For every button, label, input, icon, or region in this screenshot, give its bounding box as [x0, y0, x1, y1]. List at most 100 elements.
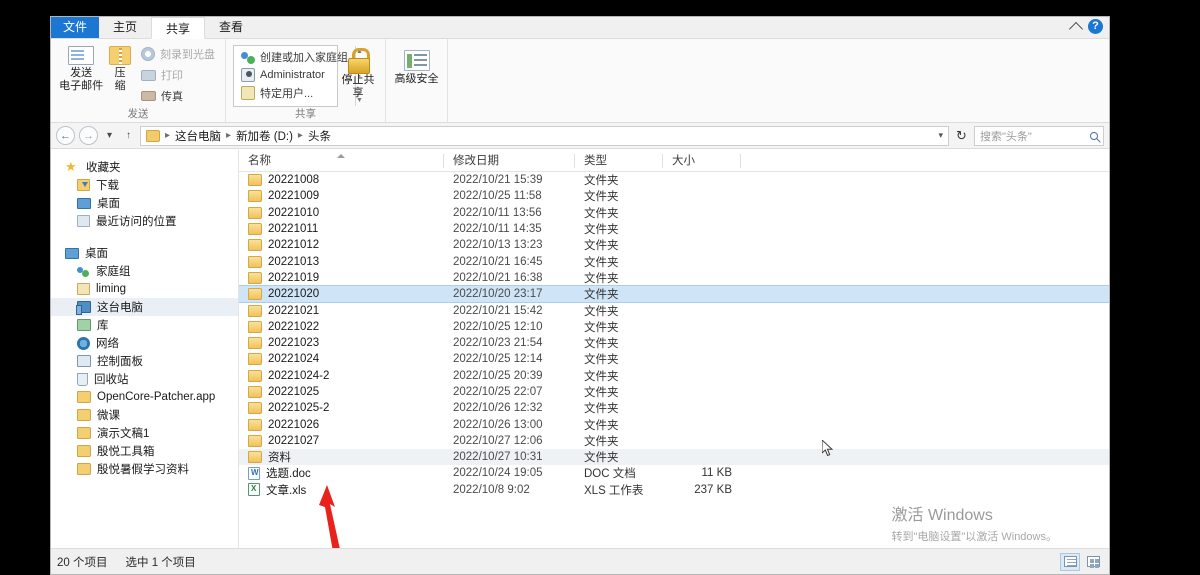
- file-date-cell: 2022/10/26 13:00: [453, 418, 543, 431]
- table-row[interactable]: 20221012 2022/10/13 13:23 文件夹: [239, 237, 1109, 253]
- sidebar-item-desktop[interactable]: 桌面: [51, 244, 238, 262]
- file-type-cell: 文件夹: [584, 354, 619, 367]
- share-with-listbox[interactable]: 创建或加入家庭组 Administrator 特定用户... ▲ ▪ ▼: [233, 45, 363, 107]
- forward-button[interactable]: →: [79, 126, 98, 145]
- file-name-label: 20221025: [268, 386, 320, 398]
- tab-file[interactable]: 文件: [51, 17, 100, 38]
- sidebar-item-yinyue-summer-study[interactable]: 殷悦暑假学习资料: [51, 460, 238, 478]
- sidebar-item-homegroup[interactable]: 家庭组: [51, 262, 238, 280]
- ribbon-tabbar: 文件 主页 共享 查看 ?: [51, 17, 1109, 39]
- share-homegroup-item[interactable]: 创建或加入家庭组: [238, 48, 351, 66]
- sidebar-item-opencore-patcher[interactable]: OpenCore-Patcher.app: [51, 388, 238, 406]
- column-header-name[interactable]: 名称: [239, 150, 444, 172]
- share-homegroup-label: 创建或加入家庭组: [260, 52, 348, 64]
- tab-home[interactable]: 主页: [99, 17, 151, 38]
- file-type-cell: 文件夹: [584, 191, 619, 204]
- file-name-cell: 资料: [239, 449, 444, 465]
- table-row[interactable]: 选题.doc 2022/10/24 19:05 DOC 文档 11 KB: [239, 465, 1109, 481]
- table-row[interactable]: 20221026 2022/10/26 13:00 文件夹: [239, 416, 1109, 432]
- file-name-label: 20221024-2: [268, 369, 330, 382]
- file-type-cell: 文件夹: [584, 224, 619, 237]
- file-type-cell: 文件夹: [584, 321, 619, 334]
- table-row[interactable]: 20221024 2022/10/25 12:14 文件夹: [239, 351, 1109, 367]
- breadcrumb-item-drive-d[interactable]: 新加卷 (D:): [236, 128, 293, 144]
- recent-locations-button[interactable]: ▾: [102, 126, 117, 145]
- status-bar: 20 个项目 选中 1 个项目: [51, 548, 1109, 574]
- table-row[interactable]: 20221025 2022/10/25 22:07 文件夹: [239, 384, 1109, 400]
- view-mode-buttons: [1060, 552, 1103, 571]
- breadcrumb-item-toutiao[interactable]: 头条: [308, 128, 331, 144]
- tab-view[interactable]: 查看: [205, 17, 257, 38]
- sidebar-item-downloads[interactable]: 下载: [51, 176, 238, 194]
- table-row[interactable]: 20221013 2022/10/21 16:45 文件夹: [239, 253, 1109, 269]
- sidebar-item-recent-places[interactable]: 最近访问的位置: [51, 212, 238, 230]
- sort-ascending-icon: [337, 153, 345, 158]
- sidebar-item-recycle-bin[interactable]: 回收站: [51, 370, 238, 388]
- table-row[interactable]: 20221022 2022/10/25 12:10 文件夹: [239, 319, 1109, 335]
- sidebar-item-libraries[interactable]: 库: [51, 316, 238, 334]
- table-row[interactable]: 20221009 2022/10/25 11:58 文件夹: [239, 188, 1109, 204]
- stop-sharing-button[interactable]: 停止共享: [338, 45, 378, 107]
- breadcrumb-bar[interactable]: ▸ 这台电脑 ▸ 新加卷 (D:) ▸ 头条 ▾: [140, 125, 949, 146]
- table-row[interactable]: 20221023 2022/10/23 21:54 文件夹: [239, 335, 1109, 351]
- folder-icon: [248, 304, 262, 317]
- table-row[interactable]: 20221010 2022/10/11 13:56 文件夹: [239, 205, 1109, 221]
- sidebar-item-liming[interactable]: liming: [51, 280, 238, 298]
- sidebar-item-presentation1[interactable]: 演示文稿1: [51, 424, 238, 442]
- sidebar-item-label: 殷悦工具箱: [97, 446, 155, 458]
- folder-icon: [248, 206, 262, 219]
- file-name-cell: 20221025: [239, 386, 444, 398]
- zip-folder-icon: [109, 46, 132, 65]
- sidebar-item-weike[interactable]: 微课: [51, 406, 238, 424]
- table-row[interactable]: 文章.xls 2022/10/8 9:02 XLS 工作表 237 KB: [239, 482, 1109, 498]
- share-specific-users-item[interactable]: 特定用户...: [238, 84, 351, 102]
- table-row[interactable]: 20221025-2 2022/10/26 12:32 文件夹: [239, 400, 1109, 416]
- details-view-button[interactable]: [1060, 552, 1080, 571]
- file-name-cell: 20221009: [239, 190, 444, 203]
- file-date-cell: 2022/10/11 14:35: [453, 223, 542, 236]
- table-row[interactable]: 20221027 2022/10/27 12:06 文件夹: [239, 433, 1109, 449]
- sidebar-item-this-pc[interactable]: 这台电脑: [51, 298, 238, 316]
- chevron-up-icon[interactable]: [1068, 21, 1084, 36]
- file-type-cell: 文件夹: [584, 207, 619, 220]
- explorer-window: 文件 主页 共享 查看 ? 发送 电子邮件 压 缩 刻录到光盘 打印 传真 发送…: [50, 16, 1110, 575]
- fax-button[interactable]: 传真: [138, 87, 218, 106]
- sidebar-item-network[interactable]: 网络: [51, 334, 238, 352]
- table-row[interactable]: 20221011 2022/10/11 14:35 文件夹: [239, 221, 1109, 237]
- help-icon[interactable]: ?: [1088, 19, 1103, 34]
- table-row[interactable]: 20221019 2022/10/21 16:38 文件夹: [239, 270, 1109, 286]
- search-box[interactable]: 搜索"头条": [974, 125, 1104, 146]
- advanced-security-button[interactable]: 高级安全: [393, 47, 440, 107]
- sidebar-divider: [51, 230, 238, 244]
- print-icon: [141, 69, 156, 81]
- chevron-down-icon[interactable]: ▾: [938, 130, 943, 141]
- column-header-size[interactable]: 大小: [663, 150, 741, 172]
- back-button[interactable]: ←: [56, 126, 75, 145]
- table-row[interactable]: 20221020 2022/10/20 23:17 文件夹: [239, 285, 1109, 304]
- compress-button[interactable]: 压 缩: [104, 43, 136, 107]
- ribbon-panel: 发送 电子邮件 压 缩 刻录到光盘 打印 传真 发送 创建或加入家庭组 Admi…: [51, 39, 1109, 123]
- column-header-date[interactable]: 修改日期: [444, 150, 575, 172]
- print-button[interactable]: 打印: [138, 66, 218, 85]
- table-row[interactable]: 20221021 2022/10/21 15:42 文件夹: [239, 302, 1109, 318]
- send-email-button[interactable]: 发送 电子邮件: [58, 43, 104, 107]
- file-date-cell: 2022/10/24 19:05: [453, 467, 543, 480]
- table-row[interactable]: 资料 2022/10/27 10:31 文件夹: [239, 449, 1109, 466]
- file-type-cell: 文件夹: [584, 419, 619, 432]
- tab-share[interactable]: 共享: [151, 17, 206, 39]
- sidebar-item-favorites[interactable]: ★ 收藏夹: [51, 158, 238, 176]
- sidebar-item-desktop-fav[interactable]: 桌面: [51, 194, 238, 212]
- up-button[interactable]: ↑: [121, 126, 136, 145]
- burn-to-disc-button[interactable]: 刻录到光盘: [138, 45, 218, 64]
- table-row[interactable]: 20221008 2022/10/21 15:39 文件夹: [239, 172, 1109, 188]
- breadcrumb-item-this-pc[interactable]: 这台电脑: [175, 128, 221, 144]
- column-header-type[interactable]: 类型: [575, 150, 663, 172]
- file-name-label: 20221009: [268, 190, 320, 203]
- sidebar-item-yinyue-toolbox[interactable]: 殷悦工具箱: [51, 442, 238, 460]
- share-administrator-item[interactable]: Administrator: [238, 66, 351, 84]
- large-icons-view-button[interactable]: [1083, 553, 1103, 571]
- sidebar-item-control-panel[interactable]: 控制面板: [51, 352, 238, 370]
- refresh-button[interactable]: ↻: [953, 128, 970, 144]
- table-row[interactable]: 20221024-2 2022/10/25 20:39 文件夹: [239, 368, 1109, 384]
- sidebar-item-label: 最近访问的位置: [96, 216, 177, 228]
